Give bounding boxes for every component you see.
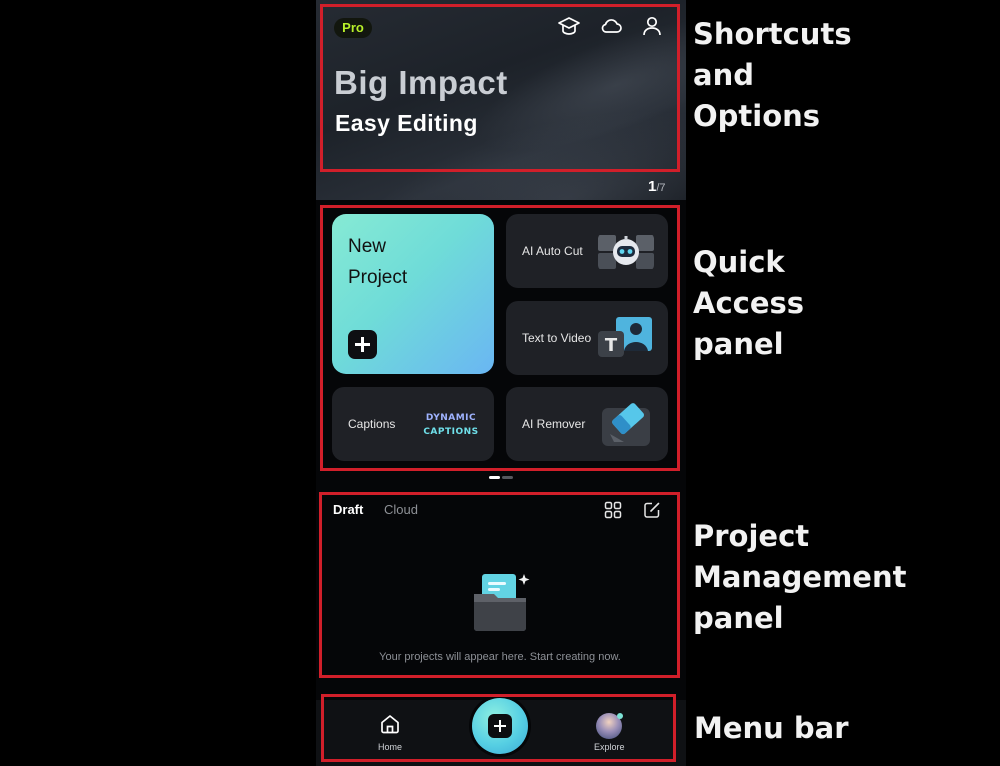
shortcuts-annotation-box	[320, 4, 680, 172]
shortcuts-annotation-label: Shortcuts and Options	[693, 17, 852, 133]
quick-access-annotation-box	[320, 205, 680, 471]
indicator-inactive	[502, 476, 513, 479]
quick-access-annotation-label: Quick Access panel	[693, 245, 805, 361]
project-management-annotation-label: Project Management panel	[693, 519, 907, 635]
menu-bar-annotation-label: Menu bar	[694, 711, 849, 745]
menu-bar-annotation-box	[321, 694, 676, 762]
project-management-annotation-box	[319, 492, 680, 678]
pager-total: /7	[656, 182, 666, 194]
banner-pager: 1/7	[648, 178, 666, 195]
indicator-active	[489, 476, 500, 479]
carousel-indicator	[489, 476, 513, 480]
